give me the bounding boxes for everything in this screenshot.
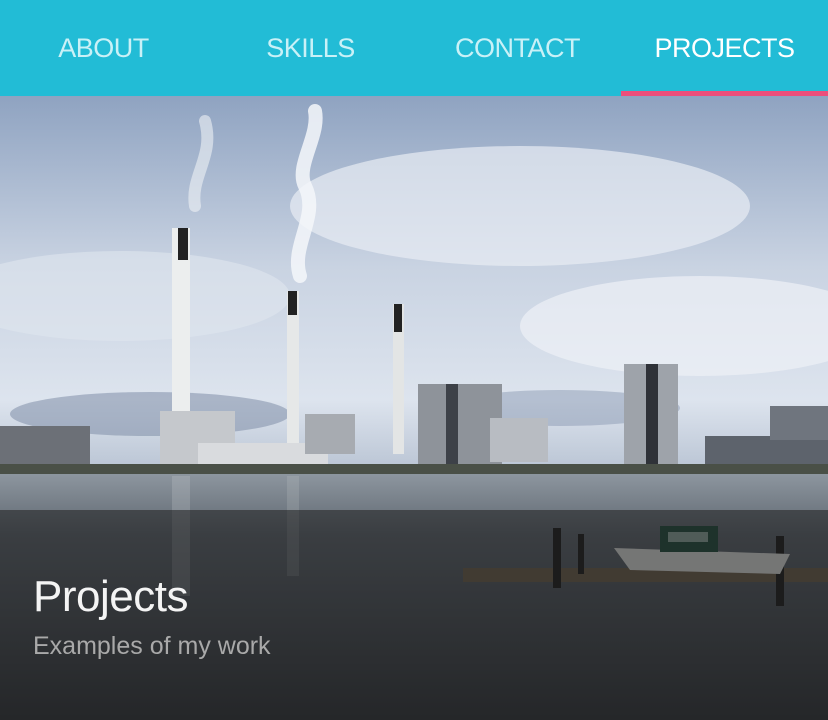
tab-about-label: ABOUT: [58, 32, 149, 63]
tab-contact-label: CONTACT: [455, 32, 581, 63]
top-nav: ABOUT SKILLS CONTACT PROJECTS: [0, 0, 828, 96]
tab-about[interactable]: ABOUT: [0, 0, 207, 96]
hero-image: [0, 96, 828, 720]
tab-projects-label: PROJECTS: [654, 32, 795, 63]
tab-skills-label: SKILLS: [266, 32, 355, 63]
tab-skills[interactable]: SKILLS: [207, 0, 414, 96]
tab-projects[interactable]: PROJECTS: [621, 0, 828, 96]
page-subtitle: Examples of my work: [33, 632, 271, 660]
tab-contact[interactable]: CONTACT: [414, 0, 621, 96]
page-title: Projects: [33, 572, 188, 621]
